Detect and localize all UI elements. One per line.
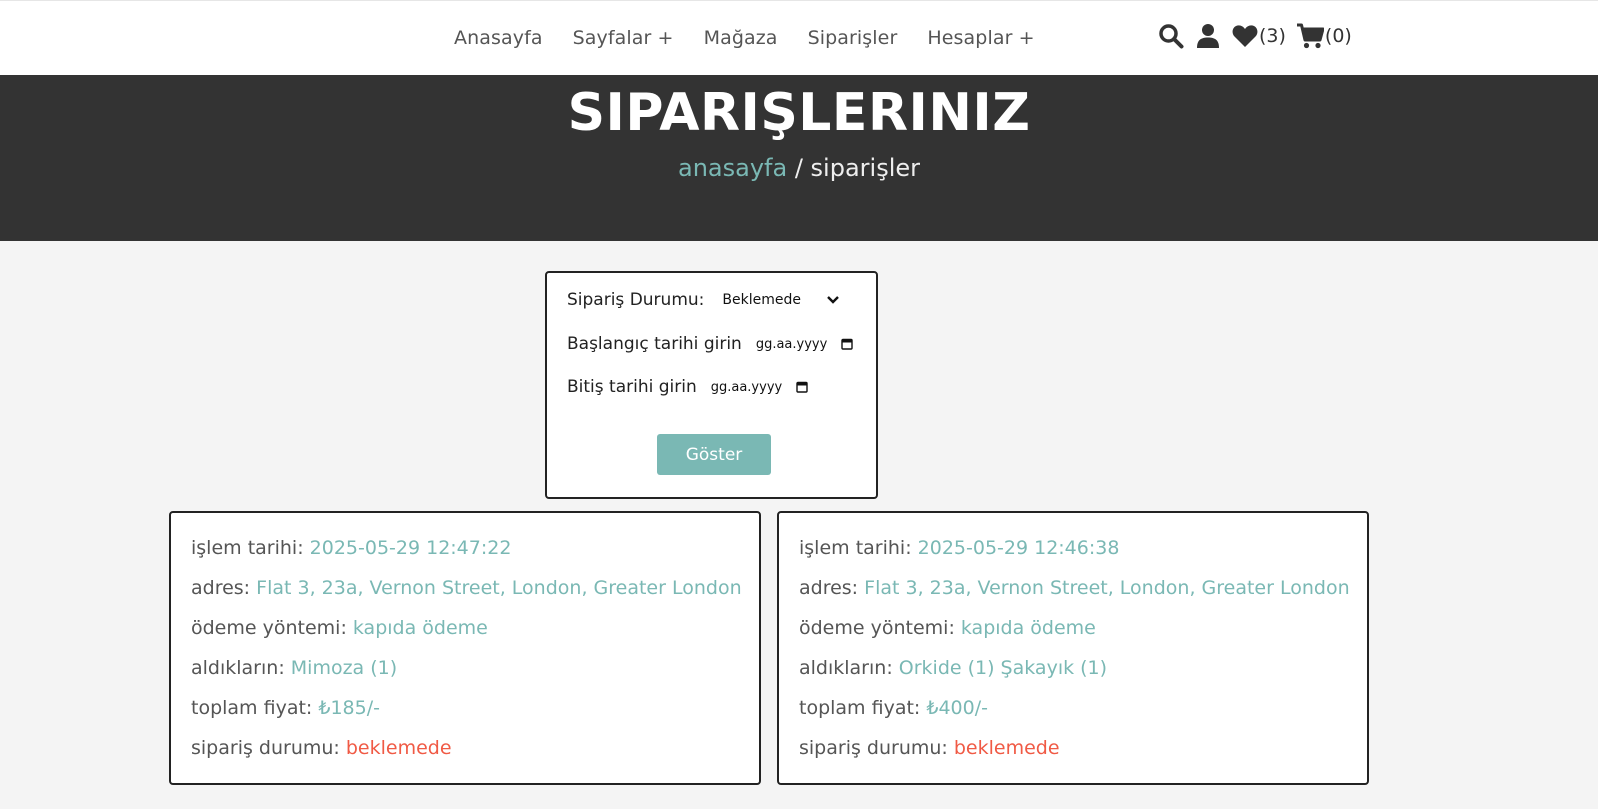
order-status-label: sipariş durumu:	[191, 737, 346, 759]
chevron-down-icon	[827, 296, 840, 304]
status-select[interactable]: Beklemede	[718, 292, 844, 308]
order-payment-label: ödeme yöntemi:	[191, 617, 353, 639]
calendar-icon[interactable]	[841, 338, 854, 350]
page-hero: SIPARIŞLERINIZ anasayfa / siparişler	[0, 75, 1598, 241]
status-badge: beklemede	[953, 737, 1060, 759]
header-icons: (3) (0)	[1158, 23, 1362, 49]
order-payment: ödeme yöntemi: kapıda ödeme	[799, 613, 1367, 653]
search-icon	[1159, 24, 1184, 49]
show-button[interactable]: Göster	[657, 434, 771, 475]
end-date-label: Bitiş tarihi girin	[567, 377, 697, 397]
order-payment-value: kapıda ödeme	[960, 617, 1096, 639]
main-nav: Anasayfa Sayfalar + Mağaza Siparişler He…	[454, 27, 1065, 49]
order-payment-label: ödeme yöntemi:	[799, 617, 961, 639]
order-address-value: Flat 3, 23a, Vernon Street, London, Grea…	[864, 577, 1350, 599]
nav-item-shop[interactable]: Mağaza	[704, 27, 778, 49]
order-status: sipariş durumu: beklemede	[799, 733, 1367, 773]
heart-icon	[1232, 25, 1258, 47]
order-address: adres: Flat 3, 23a, Vernon Street, Londo…	[799, 573, 1367, 613]
account-button[interactable]	[1196, 23, 1220, 49]
wishlist-button[interactable]: (3)	[1232, 24, 1286, 48]
nav-item-home[interactable]: Anasayfa	[454, 27, 543, 49]
order-total-label: toplam fiyat:	[191, 697, 319, 719]
wishlist-count: (3)	[1259, 25, 1286, 47]
order-address: adres: Flat 3, 23a, Vernon Street, Londo…	[191, 573, 759, 613]
breadcrumb-current: siparişler	[810, 154, 920, 182]
search-button[interactable]	[1158, 23, 1184, 49]
order-total-label: toplam fiyat:	[799, 697, 927, 719]
order-filter-form: Sipariş Durumu: Beklemede Başlangıç tari…	[545, 271, 878, 499]
order-date-value: 2025-05-29 12:46:38	[917, 537, 1120, 559]
start-date-input[interactable]: gg.aa.yyyy	[755, 336, 854, 352]
order-items: aldıkların: Orkide (1) Şakayık (1)	[799, 653, 1367, 693]
order-total: toplam fiyat: ₺400/-	[799, 693, 1367, 733]
user-icon	[1197, 24, 1219, 48]
status-select-value: Beklemede	[722, 292, 801, 308]
order-date: işlem tarihi: 2025-05-29 12:47:22	[191, 533, 759, 573]
cart-icon	[1296, 23, 1324, 49]
top-navbar: Anasayfa Sayfalar + Mağaza Siparişler He…	[0, 0, 1598, 75]
order-date-label: işlem tarihi:	[191, 537, 310, 559]
nav-item-orders[interactable]: Siparişler	[808, 27, 898, 49]
cart-count: (0)	[1324, 25, 1352, 47]
order-items-value: Orkide (1) Şakayık (1)	[898, 657, 1108, 679]
order-status: sipariş durumu: beklemede	[191, 733, 759, 773]
start-date-label: Başlangıç tarihi girin	[567, 334, 742, 354]
cart-button[interactable]: (0)	[1296, 23, 1352, 49]
order-payment: ödeme yöntemi: kapıda ödeme	[191, 613, 759, 653]
order-card: işlem tarihi: 2025-05-29 12:47:22 adres:…	[169, 511, 761, 785]
order-card: işlem tarihi: 2025-05-29 12:46:38 adres:…	[777, 511, 1369, 785]
status-badge: beklemede	[345, 737, 452, 759]
order-date: işlem tarihi: 2025-05-29 12:46:38	[799, 533, 1367, 573]
order-total-value: ₺400/-	[926, 697, 988, 719]
start-date-row: Başlangıç tarihi girin gg.aa.yyyy	[567, 334, 854, 354]
order-status-label: sipariş durumu:	[799, 737, 954, 759]
order-address-label: adres:	[799, 577, 865, 599]
order-items-label: aldıkların:	[799, 657, 899, 679]
order-address-label: adres:	[191, 577, 257, 599]
order-items-value: Mimoza (1)	[290, 657, 398, 679]
nav-item-pages[interactable]: Sayfalar +	[573, 27, 674, 49]
end-date-row: Bitiş tarihi girin gg.aa.yyyy	[567, 377, 808, 397]
order-address-value: Flat 3, 23a, Vernon Street, London, Grea…	[256, 577, 742, 599]
order-total: toplam fiyat: ₺185/-	[191, 693, 759, 733]
page-title: SIPARIŞLERINIZ	[567, 83, 1031, 143]
order-payment-value: kapıda ödeme	[352, 617, 488, 639]
calendar-icon[interactable]	[796, 381, 808, 393]
breadcrumb-separator: /	[787, 154, 811, 182]
status-filter-row: Sipariş Durumu: Beklemede	[567, 290, 844, 310]
order-items: aldıkların: Mimoza (1)	[191, 653, 759, 693]
start-date-placeholder: gg.aa.yyyy	[755, 336, 828, 352]
order-date-label: işlem tarihi:	[799, 537, 918, 559]
order-items-label: aldıkların:	[191, 657, 291, 679]
status-filter-label: Sipariş Durumu:	[567, 290, 705, 310]
breadcrumb-home-link[interactable]: anasayfa	[678, 154, 787, 182]
end-date-placeholder: gg.aa.yyyy	[710, 379, 783, 395]
nav-item-accounts[interactable]: Hesaplar +	[927, 27, 1034, 49]
end-date-input[interactable]: gg.aa.yyyy	[711, 380, 808, 395]
order-date-value: 2025-05-29 12:47:22	[309, 537, 512, 559]
order-total-value: ₺185/-	[318, 697, 380, 719]
breadcrumb: anasayfa / siparişler	[0, 154, 1598, 182]
